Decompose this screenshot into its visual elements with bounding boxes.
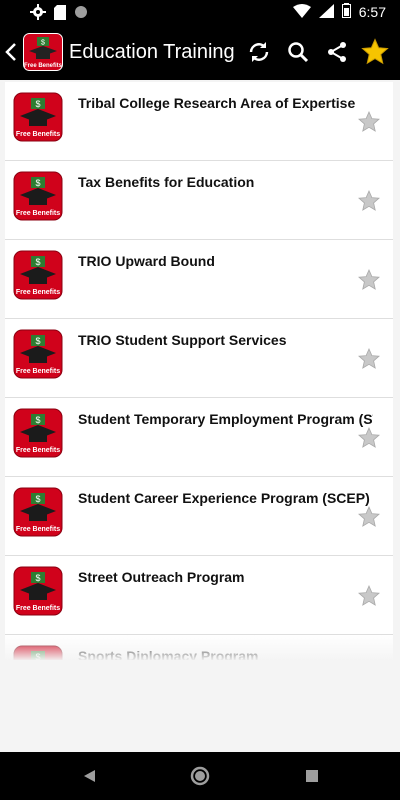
page-title: Education Training (69, 41, 235, 63)
list-item[interactable]: $ Free Benefits Tribal College Research Ar… (5, 82, 393, 161)
list-item-label: Student Temporary Employment Program (ST… (78, 411, 373, 427)
svg-text:$: $ (35, 178, 40, 188)
favorite-star-icon[interactable] (357, 505, 381, 529)
list-item-label: TRIO Upward Bound (78, 253, 215, 269)
gear-icon (30, 4, 46, 25)
list-item-label: Tax Benefits for Education (78, 174, 255, 190)
list-item-label: Tribal College Research Area of Expertis… (78, 95, 356, 111)
svg-text:$: $ (35, 415, 40, 425)
favorite-star-icon[interactable] (357, 584, 381, 608)
benefits-list: $ Free Benefits Tribal College Research Ar… (5, 82, 393, 660)
list-item[interactable]: $ Free Benefits Tax Benefits for Education (5, 161, 393, 240)
list-fade (5, 635, 393, 661)
list-item[interactable]: $ Free Benefits TRIO Upward Bound (5, 240, 393, 319)
logo-text: Free Benefits (24, 63, 63, 69)
favorites-star-icon[interactable] (360, 37, 390, 67)
svg-text:$: $ (35, 336, 40, 346)
status-time: 6:57 (358, 4, 386, 20)
search-icon[interactable] (283, 37, 313, 67)
benefit-icon: $ Free Benefits (13, 487, 63, 537)
benefit-icon-text: Free Benefits (16, 368, 60, 375)
benefit-icon-text: Free Benefits (16, 447, 60, 454)
benefit-icon-text: Free Benefits (16, 289, 60, 296)
favorite-star-icon[interactable] (357, 110, 381, 134)
sd-card-icon (54, 4, 66, 25)
favorite-star-icon[interactable] (357, 426, 381, 450)
benefit-icon: $ Free Benefits (13, 171, 63, 221)
navigation-bar (0, 752, 400, 800)
list-item-label: TRIO Student Support Services (78, 332, 287, 348)
refresh-icon[interactable] (244, 37, 274, 67)
list-item[interactable]: $ Free Benefits TRIO Student Support Servi… (5, 319, 393, 398)
benefit-icon-text: Free Benefits (16, 605, 60, 612)
home-circle-icon[interactable] (188, 764, 212, 788)
svg-text:$: $ (35, 573, 40, 583)
list-item[interactable]: $ Free Benefits Student Temporary Employme… (5, 398, 393, 477)
recents-square-icon[interactable] (300, 764, 324, 788)
favorite-star-icon[interactable] (357, 189, 381, 213)
wifi-icon (292, 3, 311, 21)
benefit-icon: $ Free Benefits (13, 329, 63, 379)
favorite-star-icon[interactable] (357, 268, 381, 292)
list-item[interactable]: $ Free Benefits Student Career Experience … (5, 477, 393, 556)
app-logo: $ Free Benefits (23, 33, 63, 71)
battery-icon (341, 3, 351, 21)
benefit-icon-text: Free Benefits (16, 526, 60, 533)
status-bar: 6:57 (0, 0, 400, 24)
app-bar: $ Free Benefits Education Training (0, 24, 400, 80)
back-arrow-icon[interactable] (3, 38, 19, 66)
svg-text:$: $ (35, 257, 40, 267)
favorite-star-icon[interactable] (357, 347, 381, 371)
benefit-icon: $ Free Benefits (13, 250, 63, 300)
svg-text:$: $ (35, 494, 40, 504)
circle-icon (74, 5, 88, 24)
signal-icon (318, 3, 334, 21)
list-item-label: Street Outreach Program (78, 569, 245, 585)
svg-text:$: $ (41, 40, 45, 47)
back-triangle-icon[interactable] (78, 764, 102, 788)
list-item-label: Student Career Experience Program (SCEP) (78, 490, 370, 506)
benefit-icon: $ Free Benefits (13, 566, 63, 616)
share-icon[interactable] (322, 37, 352, 67)
benefit-icon: $ Free Benefits (13, 92, 63, 142)
benefit-icon: $ Free Benefits (13, 408, 63, 458)
benefit-icon-text: Free Benefits (16, 210, 60, 217)
list-item[interactable]: $ Free Benefits Street Outreach Program (5, 556, 393, 635)
benefit-icon-text: Free Benefits (16, 131, 60, 138)
svg-text:$: $ (35, 99, 40, 109)
